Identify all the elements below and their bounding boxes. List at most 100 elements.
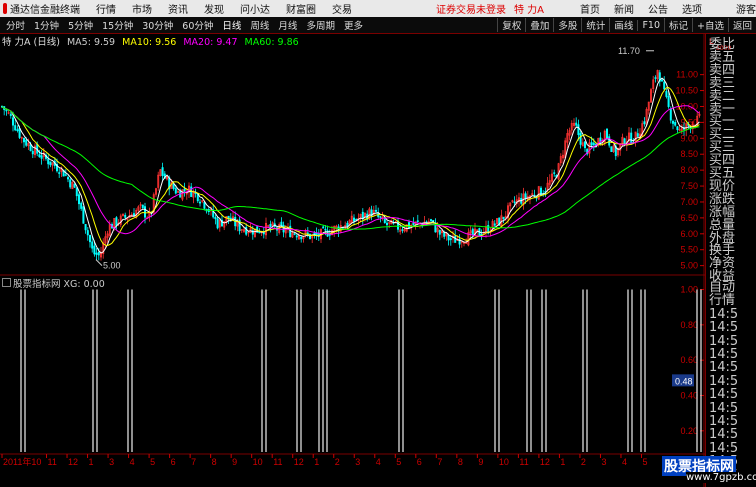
- candle-body: [575, 122, 578, 126]
- xaxis-label: 12: [68, 457, 78, 467]
- xaxis-label: 8: [458, 457, 463, 467]
- xaxis-label: 2: [335, 457, 340, 467]
- btn-mark[interactable]: 标记: [664, 18, 692, 32]
- indicator-tick-label: 0.20: [680, 426, 698, 436]
- chart-labels: 11.70 5.00: [95, 46, 654, 271]
- menu-caifuquan[interactable]: 财富圈: [286, 1, 316, 16]
- link-home[interactable]: 首页: [580, 1, 600, 16]
- xaxis-label: 1: [89, 457, 94, 467]
- period-1min[interactable]: 1分钟: [31, 18, 62, 32]
- candle-body: [38, 154, 41, 158]
- trade-time-label: 14:5: [709, 360, 739, 376]
- menubar: 通达信金融终端 行情 市场 资讯 发现 问小达 财富圈 交易 证券交易未登录 特…: [0, 0, 756, 17]
- candle-body: [29, 144, 32, 152]
- candle-body: [161, 167, 164, 176]
- candle-body: [322, 226, 325, 229]
- btn-draw[interactable]: 画线: [609, 18, 637, 32]
- candle-body: [383, 218, 386, 223]
- kline-chart[interactable]: 11.0010.5010.009.509.008.508.007.507.006…: [0, 34, 705, 487]
- candle-body: [346, 222, 349, 227]
- period-daily[interactable]: 日线: [219, 18, 244, 32]
- menu-jiaoyi[interactable]: 交易: [332, 1, 352, 16]
- period-more[interactable]: 更多: [341, 18, 366, 32]
- xaxis-label: 8: [212, 457, 217, 467]
- xaxis-label: 12: [294, 457, 304, 467]
- xaxis-label: 11: [48, 457, 57, 467]
- candle-body: [471, 228, 474, 236]
- low-price-label: 5.00: [103, 261, 121, 271]
- candle-body: [97, 251, 100, 256]
- trade-time-label: 14:5: [709, 414, 739, 429]
- menu-faxian[interactable]: 发现: [204, 1, 224, 16]
- candle-body: [590, 142, 593, 146]
- candle-body: [449, 238, 452, 241]
- quote-row-label: 涨幅: [709, 204, 736, 220]
- candle-body: [654, 77, 657, 79]
- period-weekly[interactable]: 周线: [247, 18, 272, 32]
- period-fenshi[interactable]: 分时: [3, 18, 28, 32]
- candle-body: [203, 202, 206, 209]
- candle-body: [605, 128, 608, 139]
- xaxis-label: 5: [150, 457, 155, 467]
- xaxis-label: 1: [560, 457, 565, 467]
- price-tick-label: 6.50: [680, 213, 698, 223]
- candle-body: [608, 136, 611, 146]
- candle-body: [374, 209, 377, 212]
- candle-body: [214, 217, 217, 220]
- period-30min[interactable]: 30分钟: [139, 18, 176, 32]
- menu-hangqing[interactable]: 行情: [96, 1, 116, 16]
- candle-body: [676, 126, 679, 130]
- indicator-box-icon[interactable]: [2, 278, 11, 287]
- candle-body: [524, 193, 527, 199]
- period-60min[interactable]: 60分钟: [179, 18, 216, 32]
- link-announcements[interactable]: 公告: [648, 1, 668, 16]
- btn-back[interactable]: 返回: [727, 18, 756, 32]
- candle-body: [49, 161, 52, 166]
- ma20-value: MA20: 9.47: [183, 37, 238, 48]
- xaxis-label: 2011年10: [3, 456, 41, 467]
- period-multi[interactable]: 多周期: [303, 18, 338, 32]
- candle-body: [141, 204, 144, 208]
- candle-body: [269, 224, 272, 228]
- menu-shichang[interactable]: 市场: [132, 1, 152, 16]
- candle-body: [553, 172, 556, 174]
- xaxis-label: 9: [478, 457, 483, 467]
- candle-body: [592, 142, 595, 146]
- candle-body: [513, 201, 516, 203]
- candle-body: [429, 219, 432, 222]
- period-monthly[interactable]: 月线: [275, 18, 300, 32]
- candle-body: [93, 245, 96, 255]
- xaxis-label: 11: [519, 457, 528, 467]
- link-news[interactable]: 新闻: [614, 1, 634, 16]
- candle-body: [663, 81, 666, 90]
- candle-body: [67, 177, 70, 180]
- quote-row-label: 涨跌: [709, 191, 736, 207]
- high-price-label: 11.70: [618, 46, 640, 56]
- candle-body: [174, 188, 177, 194]
- btn-stats[interactable]: 统计: [581, 18, 609, 32]
- ma5-value: MA5: 9.59: [66, 37, 116, 48]
- price-tick-label: 5.50: [680, 245, 698, 255]
- xaxis-label: 12: [540, 457, 550, 467]
- candle-body: [89, 235, 92, 243]
- menu-zixun[interactable]: 资讯: [168, 1, 188, 16]
- indicator-current-value: 0.48: [675, 376, 693, 386]
- candle-body: [416, 220, 419, 222]
- period-5min[interactable]: 5分钟: [65, 18, 96, 32]
- btn-add-watchlist[interactable]: +自选: [692, 18, 728, 32]
- app-title: 通达信金融终端: [9, 5, 80, 16]
- trade-login-status[interactable]: 证券交易未登录: [436, 1, 506, 16]
- candle-body: [22, 137, 25, 143]
- btn-overlay[interactable]: 叠加: [525, 18, 553, 32]
- btn-multi-stock[interactable]: 多股: [553, 18, 581, 32]
- btn-f10[interactable]: F10: [637, 19, 664, 31]
- btn-fuquan[interactable]: 复权: [497, 18, 525, 32]
- link-options[interactable]: 选项: [682, 1, 702, 16]
- period-15min[interactable]: 15分钟: [99, 18, 136, 32]
- menu-wenxiaoda[interactable]: 问小达: [240, 1, 270, 16]
- candle-body: [583, 141, 586, 149]
- candle-body: [300, 236, 303, 240]
- user-guest[interactable]: 游客: [736, 1, 756, 16]
- candle-body: [5, 109, 8, 112]
- candle-body: [674, 122, 677, 126]
